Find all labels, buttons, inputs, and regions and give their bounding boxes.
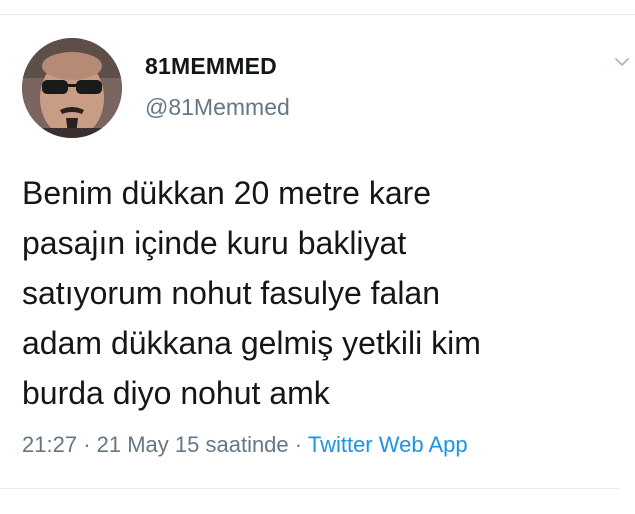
avatar-photo xyxy=(22,38,122,138)
display-name[interactable]: 81MEMMED xyxy=(145,53,277,80)
tweet-text-line: adam dükkana gelmiş yetkili kim xyxy=(22,325,481,361)
tweet-text-line: burda diyo nohut amk xyxy=(22,375,330,411)
top-divider xyxy=(0,14,635,15)
tweet-text-line: pasajın içinde kuru bakliyat xyxy=(22,225,407,261)
avatar[interactable] xyxy=(22,38,122,138)
tweet-time[interactable]: 21:27 xyxy=(22,432,77,457)
meta-separator: · xyxy=(294,432,303,457)
user-handle[interactable]: @81Memmed xyxy=(145,94,290,121)
tweet-text-line: Benim dükkan 20 metre kare xyxy=(22,175,432,211)
tweet-meta: 21:27 · 21 May 15 saatinde · Twitter Web… xyxy=(22,432,468,458)
chevron-down-icon[interactable] xyxy=(612,52,632,72)
meta-separator: · xyxy=(83,432,91,457)
tweet-text: Benim dükkan 20 metre kare pasajın içind… xyxy=(22,168,627,418)
tweet-text-line: satıyorum nohut fasulye falan xyxy=(22,275,441,311)
bottom-divider xyxy=(0,488,620,489)
tweet-date[interactable]: 21 May 15 saatinde xyxy=(97,432,289,457)
tweet-source-link[interactable]: Twitter Web App xyxy=(308,432,468,457)
